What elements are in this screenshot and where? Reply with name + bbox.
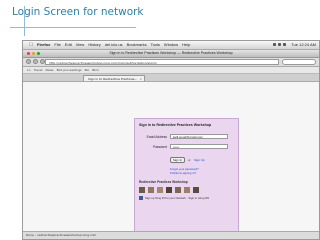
back-icon[interactable]: [26, 59, 31, 64]
bookmark-item[interactable]: News: [46, 67, 54, 73]
status-bar: Done – redirectivepracticesworkshop.ning…: [23, 231, 319, 239]
volume-icon[interactable]: [278, 43, 281, 46]
mac-menubar:  Firefox File Edit View History del.ici…: [23, 41, 319, 50]
forward-icon[interactable]: [33, 59, 38, 64]
wifi-icon[interactable]: [273, 43, 276, 46]
menubar-status-icons: [273, 43, 286, 46]
zoom-window-icon[interactable]: [37, 52, 40, 55]
facebook-text: Sign up Ning IN for your Network · Sign …: [145, 196, 210, 200]
minimize-window-icon[interactable]: [32, 52, 35, 55]
login-panel: Sign in to Redirective Practices Worksho…: [134, 118, 239, 239]
avatar[interactable]: [148, 187, 154, 193]
window-title: Sign in to Redirective Practices Worksho…: [109, 51, 233, 55]
problems-signing-in-link[interactable]: Problems signing in?: [170, 171, 196, 175]
close-window-icon[interactable]: [27, 52, 30, 55]
network-section-title: Redirective Practices Workshop: [139, 180, 188, 184]
window-titlebar: Sign in to Redirective Practices Worksho…: [23, 50, 319, 58]
login-heading: Sign in to Redirective Practices Worksho…: [139, 123, 212, 127]
tab-sign-in[interactable]: Sign in to Redirective Practices... ×: [83, 75, 145, 81]
facebook-icon: [139, 196, 143, 201]
avatar[interactable]: [166, 187, 172, 193]
accent-line-vertical: [24, 6, 25, 36]
menubar-clock[interactable]: Tue 12:24 AM: [291, 41, 316, 49]
apple-icon[interactable]: : [29, 42, 33, 48]
password-field[interactable]: ••••••: [170, 144, 228, 149]
bookmark-item[interactable]: Bkm: [92, 67, 99, 73]
sign-in-button[interactable]: Sign In: [170, 157, 185, 163]
tab-strip: Sign in to Redirective Practices... ×: [23, 74, 319, 82]
avatar[interactable]: [184, 187, 190, 193]
menu-file[interactable]: File: [54, 41, 60, 49]
tab-label: Sign in to Redirective Practices...: [88, 77, 138, 81]
menu-history[interactable]: History: [88, 41, 100, 49]
battery-icon[interactable]: [283, 43, 286, 46]
member-avatars: [139, 187, 199, 193]
menu-bookmarks[interactable]: Bookmarks: [127, 41, 147, 49]
avatar[interactable]: [193, 187, 199, 193]
menu-view[interactable]: View: [76, 41, 85, 49]
menu-delicious[interactable]: del.icio.us: [105, 41, 123, 49]
facebook-connect[interactable]: Sign up Ning IN for your Network · Sign …: [139, 196, 210, 201]
menu-window[interactable]: Window: [164, 41, 178, 49]
avatar[interactable]: [139, 187, 145, 193]
password-label: Password: [153, 145, 167, 149]
avatar[interactable]: [175, 187, 181, 193]
email-label: Email Address: [146, 135, 167, 139]
page-viewport: Sign in to Redirective Practices Worksho…: [23, 82, 319, 239]
browser-toolbar: http://redirectivepracticesworkshop.ning…: [23, 58, 319, 67]
menubar-items: Firefox File Edit View History del.icio.…: [37, 41, 190, 49]
browser-screenshot:  Firefox File Edit View History del.ici…: [22, 40, 320, 240]
bookmark-item[interactable]: BLS proceedings: [57, 67, 82, 73]
email-field[interactable]: kelli.wood@gmail.com: [170, 134, 228, 139]
bookmark-item[interactable]: Ln: [27, 67, 31, 73]
menu-edit[interactable]: Edit: [65, 41, 72, 49]
or-text: or: [188, 158, 191, 162]
search-box[interactable]: [282, 59, 316, 65]
accent-line-horizontal: [10, 27, 136, 28]
bookmark-item[interactable]: Travel: [34, 67, 43, 73]
url-bar[interactable]: http://redirectivepracticesworkshop.ning…: [45, 59, 279, 65]
window-controls: [27, 52, 40, 55]
tab-close-icon[interactable]: ×: [139, 76, 142, 81]
bookmark-item[interactable]: Bio: [85, 67, 90, 73]
sign-up-link[interactable]: Sign Up: [194, 157, 205, 163]
nav-buttons: [26, 59, 45, 64]
menu-tools[interactable]: Tools: [151, 41, 160, 49]
avatar[interactable]: [157, 187, 163, 193]
slide-title: Login Screen for network: [12, 6, 144, 18]
bookmarks-bar: Ln Travel News BLS proceedings Bio Bkm: [23, 67, 319, 74]
menu-help[interactable]: Help: [182, 41, 190, 49]
menu-app-name[interactable]: Firefox: [37, 41, 50, 49]
